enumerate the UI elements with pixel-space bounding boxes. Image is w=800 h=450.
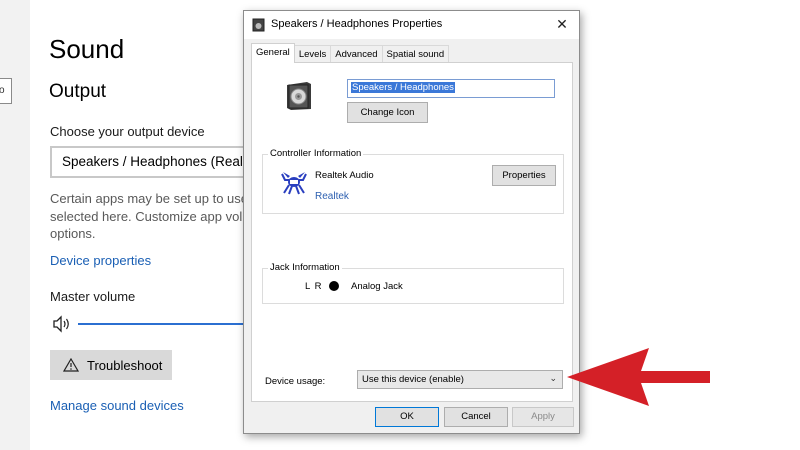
jack-type: Analog Jack — [351, 281, 403, 292]
left-nav-strip: o — [0, 0, 30, 450]
chevron-down-icon: ⌄ — [549, 373, 557, 383]
master-volume-slider[interactable] — [78, 323, 248, 325]
red-arrow-annotation — [567, 348, 710, 406]
controller-information-group: Controller Information Realtek Audio Rea… — [262, 148, 564, 214]
controller-legend: Controller Information — [268, 148, 364, 159]
nav-search-edge[interactable]: o — [0, 78, 12, 104]
output-description: Certain apps may be set up to use select… — [50, 190, 245, 243]
device-usage-dropdown[interactable]: Use this device (enable) ⌄ — [357, 370, 563, 389]
apply-button[interactable]: Apply — [512, 407, 574, 427]
device-properties-link[interactable]: Device properties — [50, 253, 151, 268]
output-device-dropdown[interactable]: Speakers / Headphones (Realtek — [50, 146, 270, 178]
tab-spatial-sound[interactable]: Spatial sound — [381, 45, 450, 63]
tab-levels[interactable]: Levels — [293, 45, 332, 63]
tab-general[interactable]: General — [251, 43, 295, 63]
tab-advanced[interactable]: Advanced — [330, 45, 383, 63]
dialog-titlebar[interactable]: Speakers / Headphones Properties ✕ — [244, 11, 579, 39]
dialog-tabs: General Levels Advanced Spatial sound — [251, 43, 450, 63]
device-usage-value: Use this device (enable) — [362, 374, 464, 385]
controller-properties-button[interactable]: Properties — [492, 165, 556, 186]
device-name-input[interactable]: Speakers / Headphones — [347, 79, 555, 98]
close-icon[interactable]: ✕ — [552, 14, 572, 34]
page-title: Sound — [49, 34, 125, 64]
jack-legend: Jack Information — [268, 262, 342, 273]
change-icon-button[interactable]: Change Icon — [347, 102, 428, 123]
realtek-vendor-link[interactable]: Realtek — [315, 191, 349, 202]
device-name-value: Speakers / Headphones — [351, 82, 455, 93]
jack-information-group: Jack Information L R Analog Jack — [262, 262, 564, 304]
manage-sound-devices-link[interactable]: Manage sound devices — [50, 398, 184, 413]
cancel-button[interactable]: Cancel — [444, 407, 508, 427]
volume-icon[interactable] — [52, 315, 72, 333]
controller-name: Realtek Audio — [315, 170, 374, 181]
properties-dialog: Speakers / Headphones Properties ✕ Gener… — [243, 10, 580, 434]
troubleshoot-label: Troubleshoot — [87, 357, 163, 373]
speaker-icon — [287, 82, 311, 110]
jack-channels: L R — [305, 281, 323, 292]
nav-edge-glyph: o — [0, 85, 5, 96]
realtek-crab-icon — [281, 172, 307, 195]
output-heading: Output — [49, 81, 107, 102]
speaker-small-icon — [252, 18, 265, 32]
ok-button[interactable]: OK — [375, 407, 439, 427]
description-line: selected here. Customize app volu — [50, 208, 245, 224]
choose-output-label: Choose your output device — [50, 124, 205, 139]
master-volume-label: Master volume — [50, 289, 136, 304]
jack-color-dot — [329, 281, 339, 291]
description-line: Certain apps may be set up to use — [50, 191, 245, 206]
warning-icon — [63, 358, 79, 372]
device-usage-label: Device usage: — [265, 376, 326, 387]
description-line: options. — [50, 226, 96, 241]
dialog-title: Speakers / Headphones Properties — [271, 18, 443, 30]
troubleshoot-button[interactable]: Troubleshoot — [50, 350, 172, 380]
general-tab-panel: Speakers / Headphones Change Icon Contro… — [251, 62, 573, 402]
